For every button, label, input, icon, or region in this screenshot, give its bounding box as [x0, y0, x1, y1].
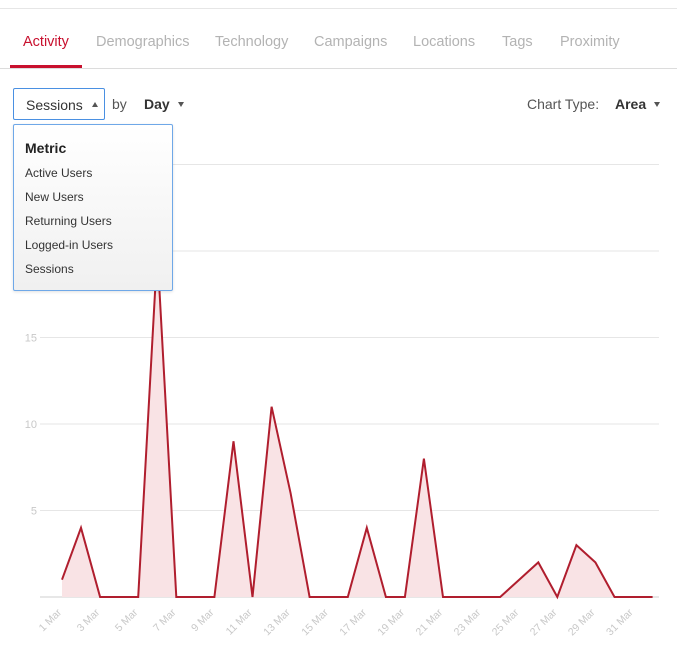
- analytics-panel: Activity Demographics Technology Campaig…: [0, 0, 677, 660]
- metric-dropdown-menu: Metric Active Users New Users Returning …: [13, 124, 173, 291]
- y-tick-label: 10: [25, 419, 37, 431]
- x-tick-label: 17 Mar: [337, 606, 369, 638]
- x-tick-label: 15 Mar: [299, 606, 331, 638]
- sessions-area-chart: 5 10 15 1 Mar 3 Mar 5 Mar 7 Mar 9 Mar 11 Mar 13 …: [25, 164, 659, 638]
- x-tick-label: 23 Mar: [452, 606, 484, 638]
- x-tick-label: 5 Mar: [113, 606, 141, 634]
- x-axis-ticks: 1 Mar 3 Mar 5 Mar 7 Mar 9 Mar 11 Mar 13 Mar 15 …: [37, 606, 636, 638]
- x-tick-label: 21 Mar: [414, 606, 446, 638]
- metric-option-new-users[interactable]: New Users: [25, 190, 84, 204]
- x-tick-label: 7 Mar: [151, 606, 179, 634]
- y-axis-ticks: 5 10 15: [25, 333, 37, 518]
- x-tick-label: 31 Mar: [604, 606, 636, 638]
- x-tick-label: 27 Mar: [528, 606, 560, 638]
- x-tick-label: 25 Mar: [490, 606, 522, 638]
- x-tick-label: 3 Mar: [75, 606, 103, 634]
- metric-option-sessions[interactable]: Sessions: [25, 262, 74, 276]
- y-tick-label: 15: [25, 333, 37, 345]
- x-tick-label: 13 Mar: [261, 606, 293, 638]
- x-tick-label: 29 Mar: [566, 606, 598, 638]
- metric-option-active-users[interactable]: Active Users: [25, 166, 92, 180]
- x-tick-label: 9 Mar: [189, 606, 217, 634]
- x-tick-label: 1 Mar: [37, 606, 65, 634]
- y-tick-label: 5: [31, 506, 37, 518]
- metric-option-logged-in-users[interactable]: Logged-in Users: [25, 238, 113, 252]
- x-tick-label: 19 Mar: [375, 606, 407, 638]
- x-tick-label: 11 Mar: [224, 606, 255, 637]
- metric-dropdown-heading: Metric: [25, 140, 67, 156]
- metric-option-returning-users[interactable]: Returning Users: [25, 214, 112, 228]
